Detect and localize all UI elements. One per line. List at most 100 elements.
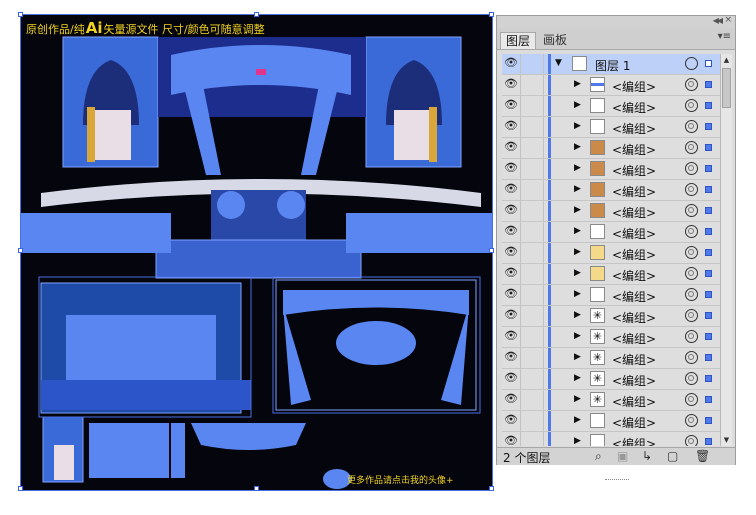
- selection-indicator[interactable]: [705, 375, 712, 382]
- sublayer-row[interactable]: 👁 ▶ <编组>: [502, 138, 722, 159]
- target-circle-icon[interactable]: [685, 225, 698, 238]
- sublayer-row[interactable]: 👁 ▶ <编组>: [502, 285, 722, 306]
- close-icon[interactable]: ×: [724, 15, 732, 25]
- sublayer-row[interactable]: 👁 ▶ <编组>: [502, 96, 722, 117]
- lock-toggle[interactable]: [521, 327, 544, 347]
- sublayer-row[interactable]: 👁 ▶ <编组>: [502, 411, 722, 432]
- scroll-down-icon[interactable]: ▼: [721, 434, 732, 446]
- lock-toggle[interactable]: [521, 306, 544, 326]
- sublayer-row[interactable]: 👁 ▶ <编组>: [502, 117, 722, 138]
- sublayer-row[interactable]: 👁 ▶ ✳ <编组>: [502, 390, 722, 411]
- target-circle-icon[interactable]: [685, 351, 698, 364]
- handle-top-left[interactable]: [18, 12, 23, 17]
- sublayer-row[interactable]: 👁 ▶ <编组>: [502, 222, 722, 243]
- visibility-toggle[interactable]: 👁: [502, 75, 521, 95]
- expand-triangle-icon[interactable]: ▶: [574, 226, 581, 236]
- visibility-toggle[interactable]: 👁: [502, 348, 521, 368]
- lock-toggle[interactable]: [521, 54, 544, 74]
- lock-toggle[interactable]: [521, 75, 544, 95]
- selection-indicator[interactable]: [705, 354, 712, 361]
- expand-triangle-icon[interactable]: ▶: [574, 121, 581, 131]
- visibility-toggle[interactable]: 👁: [502, 369, 521, 389]
- scrollbar[interactable]: ▲ ▼: [720, 54, 732, 446]
- visibility-toggle[interactable]: 👁: [502, 96, 521, 116]
- selection-indicator[interactable]: [705, 291, 712, 298]
- scroll-thumb[interactable]: [722, 68, 731, 108]
- panel-resize-grip[interactable]: [605, 479, 629, 482]
- selection-indicator[interactable]: [705, 186, 712, 193]
- visibility-toggle[interactable]: 👁: [502, 264, 521, 284]
- lock-toggle[interactable]: [521, 243, 544, 263]
- selection-indicator[interactable]: [705, 312, 712, 319]
- visibility-toggle[interactable]: 👁: [502, 180, 521, 200]
- target-circle-icon[interactable]: [685, 267, 698, 280]
- expand-triangle-icon[interactable]: ▶: [574, 100, 581, 110]
- visibility-toggle[interactable]: 👁: [502, 138, 521, 158]
- handle-bottom-right[interactable]: [489, 486, 494, 491]
- lock-toggle[interactable]: [521, 369, 544, 389]
- lock-toggle[interactable]: [521, 117, 544, 137]
- new-sublayer-icon[interactable]: ↳: [642, 449, 652, 463]
- visibility-toggle[interactable]: 👁: [502, 306, 521, 326]
- artwork[interactable]: [21, 15, 493, 491]
- selection-indicator[interactable]: [705, 333, 712, 340]
- handle-middle-left[interactable]: [18, 248, 23, 253]
- lock-toggle[interactable]: [521, 285, 544, 305]
- selection-indicator[interactable]: [705, 102, 712, 109]
- clipping-mask-icon[interactable]: ▣: [617, 449, 628, 463]
- target-circle-icon[interactable]: [685, 204, 698, 217]
- target-circle-icon[interactable]: [685, 414, 698, 427]
- sublayer-row[interactable]: 👁 ▶ <编组>: [502, 159, 722, 180]
- sublayer-row[interactable]: 👁 ▶ <编组>: [502, 264, 722, 285]
- selection-indicator[interactable]: [705, 165, 712, 172]
- sublayer-row[interactable]: 👁 ▶ ✳ <编组>: [502, 327, 722, 348]
- lock-toggle[interactable]: [521, 138, 544, 158]
- target-circle-icon[interactable]: [685, 309, 698, 322]
- target-circle-icon[interactable]: [685, 78, 698, 91]
- selection-indicator[interactable]: [705, 207, 712, 214]
- selection-indicator[interactable]: [705, 123, 712, 130]
- selection-indicator[interactable]: [705, 249, 712, 256]
- artboard[interactable]: 原创作品/纯Ai矢量源文件 尺寸/颜色可随意调整 更多作品请点击我的头像+: [20, 14, 493, 491]
- visibility-toggle[interactable]: 👁: [502, 117, 521, 137]
- visibility-toggle[interactable]: 👁: [502, 159, 521, 179]
- lock-toggle[interactable]: [521, 264, 544, 284]
- lock-toggle[interactable]: [521, 411, 544, 431]
- sublayer-row[interactable]: 👁 ▶ <编组>: [502, 201, 722, 222]
- target-circle-icon[interactable]: [685, 288, 698, 301]
- tab-artboards[interactable]: 画板: [538, 32, 572, 49]
- selection-indicator[interactable]: [705, 438, 712, 445]
- visibility-toggle[interactable]: 👁: [502, 327, 521, 347]
- visibility-toggle[interactable]: 👁: [502, 432, 521, 446]
- sublayer-row[interactable]: 👁 ▶ <编组>: [502, 180, 722, 201]
- selection-indicator[interactable]: [705, 144, 712, 151]
- expand-triangle-icon[interactable]: ▶: [574, 184, 581, 194]
- sublayer-row[interactable]: 👁 ▶ <编组>: [502, 243, 722, 264]
- sublayer-row[interactable]: 👁 ▶ ✳ <编组>: [502, 369, 722, 390]
- handle-top-center[interactable]: [254, 12, 259, 17]
- target-circle-icon[interactable]: [685, 120, 698, 133]
- visibility-toggle[interactable]: 👁: [502, 390, 521, 410]
- expand-triangle-icon[interactable]: ▶: [574, 289, 581, 299]
- visibility-toggle[interactable]: 👁: [502, 285, 521, 305]
- expand-triangle-icon[interactable]: ▶: [574, 163, 581, 173]
- selection-indicator[interactable]: [705, 417, 712, 424]
- scroll-up-icon[interactable]: ▲: [721, 54, 732, 66]
- new-layer-icon[interactable]: ▢: [667, 449, 678, 463]
- panel-menu-icon[interactable]: ▾≡: [718, 31, 731, 42]
- target-circle-icon[interactable]: [685, 246, 698, 259]
- visibility-toggle[interactable]: 👁: [502, 54, 521, 74]
- target-circle-icon[interactable]: [685, 330, 698, 343]
- visibility-toggle[interactable]: 👁: [502, 201, 521, 221]
- lock-toggle[interactable]: [521, 348, 544, 368]
- sublayer-row[interactable]: 👁 ▶ ✳ <编组>: [502, 348, 722, 369]
- expand-triangle-icon[interactable]: ▶: [574, 436, 581, 446]
- target-circle-icon[interactable]: [685, 183, 698, 196]
- expand-triangle-icon[interactable]: ▶: [574, 142, 581, 152]
- expand-triangle-icon[interactable]: ▶: [574, 331, 581, 341]
- selection-indicator[interactable]: [705, 270, 712, 277]
- target-circle-icon[interactable]: [685, 393, 698, 406]
- expand-triangle-icon[interactable]: ▶: [574, 205, 581, 215]
- selection-indicator[interactable]: [705, 228, 712, 235]
- small-pillar-piece[interactable]: [171, 423, 185, 478]
